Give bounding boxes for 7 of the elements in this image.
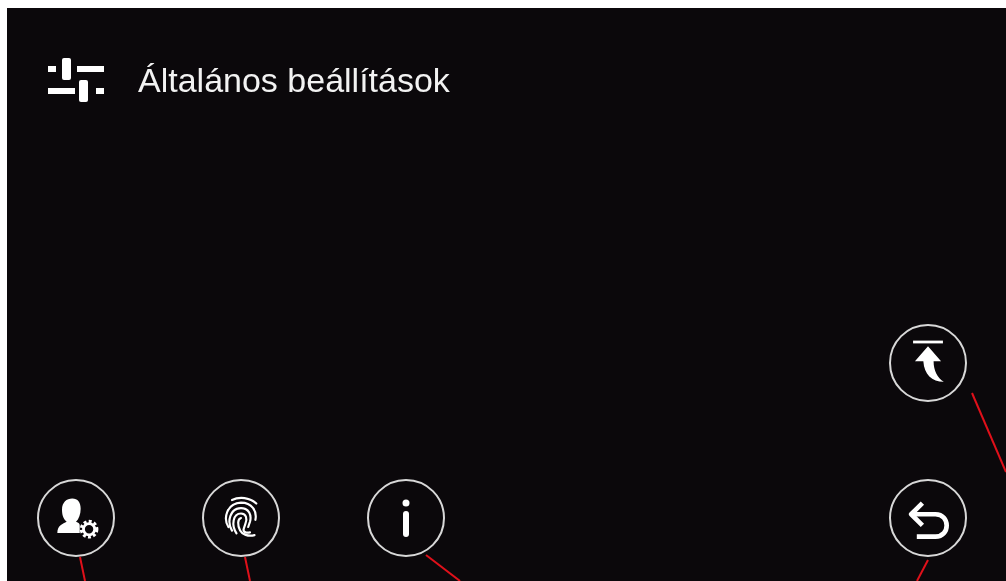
sliders-icon [46, 58, 106, 102]
leader-line [425, 554, 461, 581]
leader-line [244, 556, 251, 581]
leader-line [79, 556, 86, 581]
screen-title: Általános beállítások [138, 60, 450, 100]
leader-line [916, 559, 929, 581]
info-icon [402, 499, 410, 537]
